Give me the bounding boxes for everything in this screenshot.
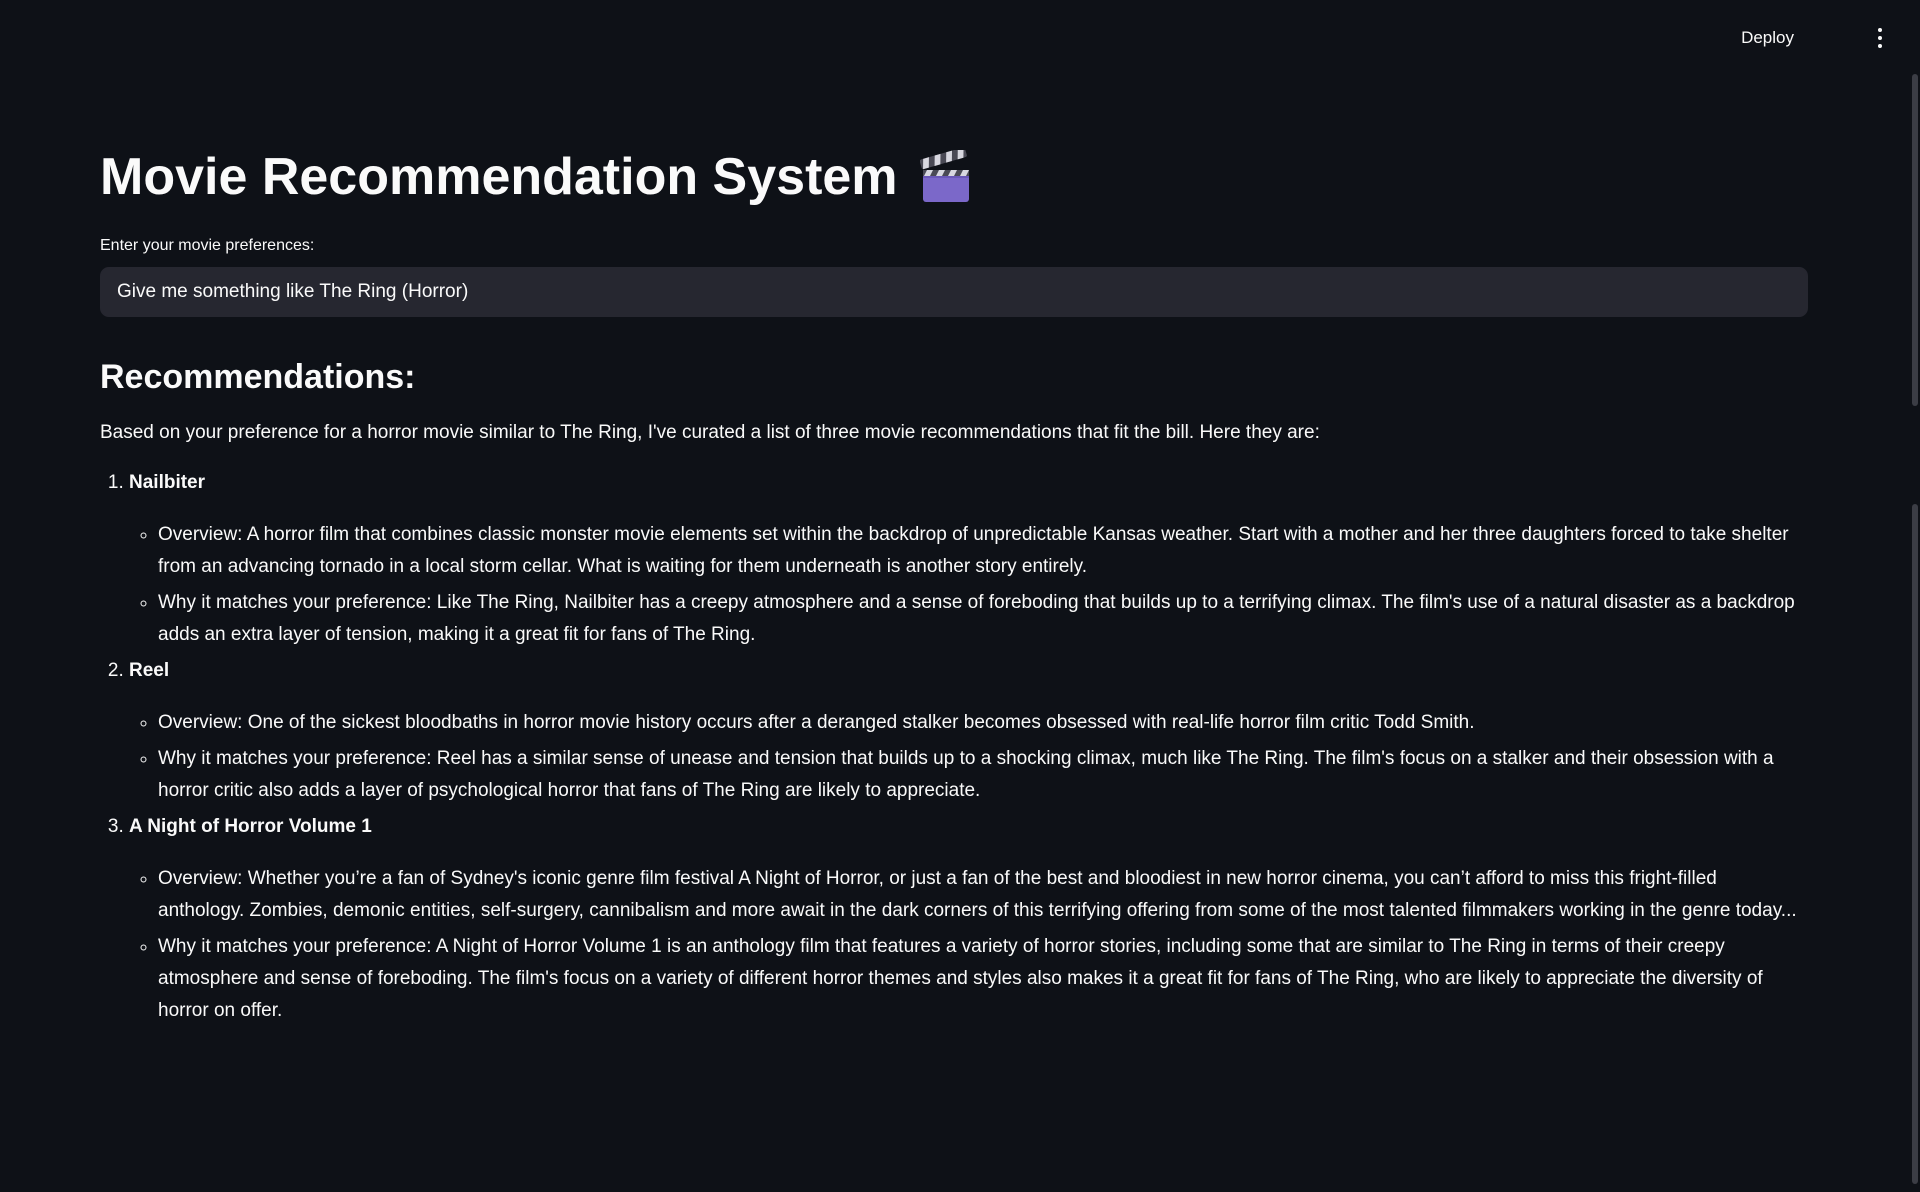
recommendations-heading: Recommendations: (100, 358, 416, 396)
scrollbar[interactable] (1912, 74, 1918, 1184)
main-menu-button[interactable] (1868, 20, 1892, 56)
preferences-input[interactable] (100, 267, 1808, 317)
recommendation-reason: Why it matches your preference: Reel has… (158, 743, 1808, 807)
page-title: Movie Recommendation System (100, 140, 1808, 214)
recommendations-intro: Based on your preference for a horror mo… (100, 422, 1320, 443)
scrollbar-thumb-upper[interactable] (1912, 74, 1918, 406)
deploy-button[interactable]: Deploy (1729, 22, 1806, 54)
recommendation-overview: Overview: Whether you’re a fan of Sydney… (158, 863, 1808, 927)
recommendation-details: Overview: A horror film that combines cl… (129, 519, 1808, 651)
clapper-board-icon (919, 147, 972, 204)
recommendation-reason: Why it matches your preference: A Night … (158, 931, 1808, 1027)
top-header-bar: Deploy (0, 0, 1920, 74)
recommendation-details: Overview: Whether you’re a fan of Sydney… (129, 863, 1808, 1027)
recommendation-item: Nailbiter Overview: A horror film that c… (129, 467, 1808, 651)
recommendation-list: Nailbiter Overview: A horror film that c… (100, 467, 1808, 1027)
recommendation-item: Reel Overview: One of the sickest bloodb… (129, 655, 1808, 807)
recommendation-reason: Why it matches your preference: Like The… (158, 587, 1808, 651)
recommendation-title: Reel (129, 660, 170, 681)
vertical-ellipsis-icon (1878, 28, 1882, 32)
recommendation-title: A Night of Horror Volume 1 (129, 816, 372, 837)
recommendation-item: A Night of Horror Volume 1 Overview: Whe… (129, 811, 1808, 1027)
preferences-input-label: Enter your movie preferences: (100, 237, 315, 254)
main-content: Movie Recommendation System Enter your m… (100, 140, 1808, 1031)
recommendation-title: Nailbiter (129, 472, 206, 493)
recommendation-overview: Overview: A horror film that combines cl… (158, 519, 1808, 583)
page-title-text: Movie Recommendation System (100, 148, 898, 206)
scrollbar-thumb-lower[interactable] (1912, 504, 1918, 1184)
recommendation-details: Overview: One of the sickest bloodbaths … (129, 707, 1808, 807)
recommendation-overview: Overview: One of the sickest bloodbaths … (158, 707, 1808, 739)
